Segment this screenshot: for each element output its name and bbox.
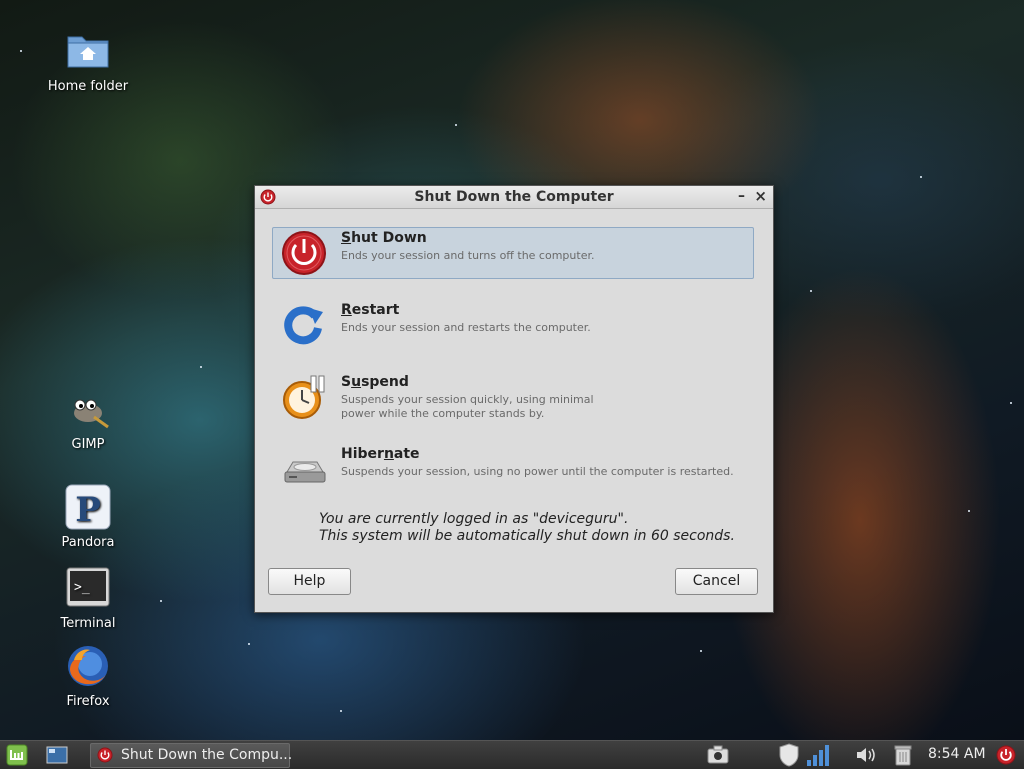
desktop-icon-label: Pandora <box>61 535 115 550</box>
power-icon[interactable] <box>996 745 1016 773</box>
clock[interactable]: 8:54 AM <box>928 746 986 762</box>
option-title: Shut Down <box>341 230 427 246</box>
svg-text:P: P <box>75 490 101 530</box>
svg-text:>_: >_ <box>74 580 90 595</box>
desktop-icon <box>46 746 68 764</box>
desktop-icon-label: Home folder <box>47 79 129 94</box>
option-title: Suspend <box>341 374 409 390</box>
volume-icon[interactable] <box>855 745 877 773</box>
option-shut-down[interactable]: Shut Down Ends your session and turns of… <box>272 227 754 279</box>
terminal-icon: >_ <box>64 564 112 612</box>
mint-menu-icon <box>6 744 28 766</box>
option-suspend[interactable]: Suspend Suspends your session quickly, u… <box>272 371 754 423</box>
restart-icon <box>281 302 327 348</box>
home-folder-icon <box>64 27 112 75</box>
power-icon <box>97 747 113 771</box>
shutdown-dialog: Shut Down the Computer – × Shut Down End… <box>254 185 774 613</box>
desktop-icon-label: Terminal <box>60 616 116 631</box>
session-info: You are currently logged in as "devicegu… <box>319 511 735 545</box>
gimp-icon <box>64 385 112 433</box>
help-button[interactable]: Help <box>268 568 351 595</box>
show-desktop-button[interactable] <box>46 746 68 774</box>
screenshot-icon[interactable] <box>707 745 729 773</box>
close-button[interactable]: × <box>754 187 767 205</box>
desktop-icon-gimp[interactable]: GIMP <box>38 385 138 452</box>
desktop-icon-label: Firefox <box>66 694 110 709</box>
dialog-titlebar[interactable]: Shut Down the Computer – × <box>255 186 773 209</box>
firefox-icon <box>64 642 112 690</box>
desktop-icon-pandora[interactable]: P Pandora <box>38 483 138 550</box>
logged-in-message: You are currently logged in as "devicegu… <box>319 511 629 527</box>
cancel-button[interactable]: Cancel <box>675 568 758 595</box>
suspend-icon <box>281 374 327 420</box>
countdown-message: This system will be automatically shut d… <box>319 528 735 544</box>
shield-icon[interactable] <box>778 743 800 771</box>
option-hibernate[interactable]: Hibernate Suspends your session, using n… <box>272 443 754 495</box>
power-icon <box>281 230 327 276</box>
taskbar-window-button[interactable]: Shut Down the Compu... <box>90 743 293 771</box>
desktop-icon-firefox[interactable]: Firefox <box>38 642 138 709</box>
option-description: Suspends your session, using no power un… <box>341 465 734 478</box>
taskbar: Shut Down the Compu... 8:54 AM <box>0 740 1024 769</box>
dialog-title: Shut Down the Computer <box>414 189 614 205</box>
pandora-icon: P <box>64 483 112 531</box>
option-description: Ends your session and restarts the compu… <box>341 321 591 334</box>
option-title: Hibernate <box>341 446 420 462</box>
minimize-button[interactable]: – <box>738 188 745 204</box>
desktop-icon-label: GIMP <box>71 437 105 452</box>
network-signal-icon[interactable] <box>805 743 829 771</box>
desktop-icon-terminal[interactable]: >_ Terminal <box>38 564 138 631</box>
option-description: Suspends your session quickly, using min… <box>341 393 594 420</box>
hibernate-icon <box>281 446 327 492</box>
option-restart[interactable]: Restart Ends your session and restarts t… <box>272 299 754 351</box>
desktop-icon-home-folder[interactable]: Home folder <box>38 27 138 94</box>
option-title: Restart <box>341 302 400 318</box>
option-description: Ends your session and turns off the comp… <box>341 249 595 262</box>
taskbar-window-label: Shut Down the Compu... <box>121 747 293 763</box>
